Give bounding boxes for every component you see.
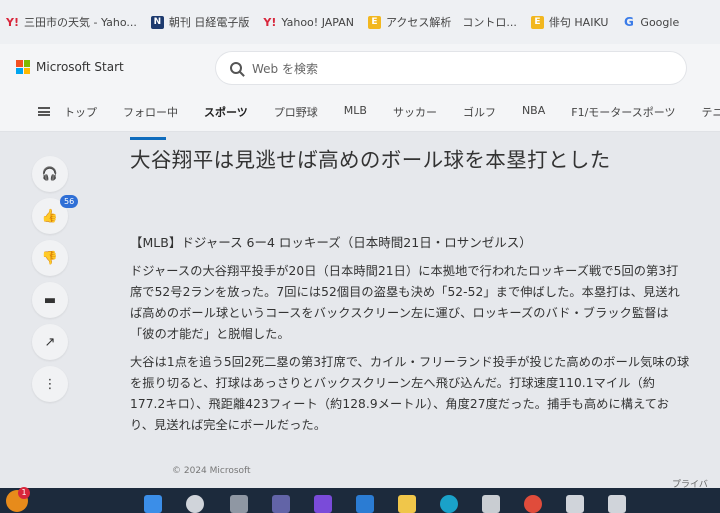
bookmark-weather[interactable]: Y! 三田市の天気 - Yaho... bbox=[6, 14, 137, 30]
folder-icon[interactable] bbox=[398, 495, 416, 513]
nav-item-soccer[interactable]: サッカー bbox=[393, 104, 437, 120]
e-icon: E bbox=[530, 15, 544, 29]
site-header: Microsoft Start Web を検索 bbox=[0, 44, 720, 92]
copyright: © 2024 Microsoft bbox=[172, 466, 251, 476]
nav-item-golf[interactable]: ゴルフ bbox=[463, 104, 496, 120]
article-subhead: 【MLB】ドジャース 6ー4 ロッキーズ（日本時間21日・ロサンゼルス） bbox=[130, 235, 532, 250]
category-nav: トップ フォロー中 スポーツ プロ野球 MLB サッカー ゴルフ NBA F1/… bbox=[0, 92, 720, 132]
yahoo-icon: Y! bbox=[263, 15, 277, 29]
thumbs-down-icon: 👎 bbox=[41, 250, 59, 266]
article-title: 大谷翔平は見逃せば高めのボール球を本塁打とした bbox=[130, 148, 611, 172]
bookmark-nikkei[interactable]: N 朝刊 日経電子版 bbox=[150, 14, 250, 30]
google-icon: G bbox=[623, 15, 634, 29]
bookmarks-bar: Y! 三田市の天気 - Yaho... N 朝刊 日経電子版 Y! Yahoo!… bbox=[0, 0, 720, 44]
active-tab-indicator bbox=[130, 137, 166, 140]
more-vertical-icon: ⋮ bbox=[43, 376, 57, 392]
article-action-rail: 🎧 👍 56 👎 ▬ ↗ ⋮ bbox=[30, 150, 79, 410]
bookmark-label: Google bbox=[640, 15, 680, 29]
nav-item-top[interactable]: トップ bbox=[64, 104, 97, 120]
more-button[interactable]: ⋮ bbox=[32, 366, 68, 402]
store-icon[interactable] bbox=[356, 495, 374, 513]
bookmark-label: アクセス解析 コントロ... bbox=[385, 16, 517, 29]
task-view-icon[interactable] bbox=[230, 495, 248, 513]
yahoo-icon: Y! bbox=[6, 15, 19, 29]
bookmark-label: 朝刊 日経電子版 bbox=[168, 16, 250, 29]
listen-button[interactable]: 🎧 bbox=[32, 156, 68, 192]
search-icon[interactable] bbox=[186, 495, 204, 513]
article-paragraph: ドジャースの大谷翔平投手が20日（日本時間21日）に本拠地で行われたロッキーズ戦… bbox=[130, 264, 680, 341]
search-placeholder: Web を検索 bbox=[252, 61, 318, 76]
start-icon[interactable] bbox=[144, 495, 162, 513]
share-icon: ↗ bbox=[44, 334, 56, 350]
search-icon bbox=[230, 62, 242, 74]
nav-item-sports[interactable]: スポーツ bbox=[204, 104, 248, 120]
nav-item-f1[interactable]: F1/モータースポーツ bbox=[571, 104, 675, 120]
edge-icon[interactable] bbox=[440, 495, 458, 513]
nav-item-mlb[interactable]: MLB bbox=[344, 104, 367, 120]
menu-icon[interactable] bbox=[38, 107, 50, 116]
bookmark-access[interactable]: E アクセス解析 コントロ... bbox=[367, 14, 517, 30]
brand-name: Microsoft Start bbox=[36, 60, 124, 74]
brand[interactable]: Microsoft Start bbox=[16, 60, 124, 74]
nav-item-tennis[interactable]: テニス bbox=[702, 104, 720, 120]
bookmark-label: 三田市の天気 - Yaho... bbox=[24, 16, 137, 29]
app-icon[interactable] bbox=[608, 495, 626, 513]
share-button[interactable]: ↗ bbox=[32, 324, 68, 360]
headphones-icon: 🎧 bbox=[41, 166, 59, 182]
app-icon[interactable] bbox=[482, 495, 500, 513]
copilot-icon[interactable] bbox=[314, 495, 332, 513]
bookmark-label: Yahoo! JAPAN bbox=[281, 15, 354, 29]
teams-icon[interactable] bbox=[272, 495, 290, 513]
search-input[interactable]: Web を検索 bbox=[216, 52, 686, 84]
notification-badge: 1 bbox=[18, 487, 30, 499]
article-header: 大谷翔平は見逃せば高めのボール球を本塁打とした bbox=[130, 146, 700, 175]
comment-icon: ▬ bbox=[43, 292, 57, 308]
comment-button[interactable]: ▬ bbox=[32, 282, 68, 318]
thumbs-up-icon: 👍 bbox=[41, 208, 59, 224]
bookmark-label: 俳句 HAIKU bbox=[548, 16, 609, 29]
bookmark-haiku[interactable]: E 俳句 HAIKU bbox=[530, 14, 609, 30]
bookmark-yahoo-japan[interactable]: Y! Yahoo! JAPAN bbox=[263, 16, 354, 29]
e-icon: E bbox=[367, 15, 381, 29]
dislike-button[interactable]: 👎 bbox=[32, 240, 68, 276]
bookmark-google[interactable]: G Google bbox=[622, 15, 680, 29]
nav-item-baseball[interactable]: プロ野球 bbox=[274, 104, 318, 120]
article-paragraph: 大谷は1点を追う5回2死二塁の第3打席で、カイル・フリーランド投手が投じた高めの… bbox=[130, 355, 690, 432]
nav-item-following[interactable]: フォロー中 bbox=[123, 104, 178, 120]
nikkei-icon: N bbox=[150, 15, 164, 29]
app-icon[interactable] bbox=[566, 495, 584, 513]
os-taskbar bbox=[0, 488, 720, 513]
chrome-icon[interactable] bbox=[524, 495, 542, 513]
microsoft-logo-icon bbox=[16, 60, 30, 74]
like-count-badge: 56 bbox=[60, 195, 79, 208]
nav-item-nba[interactable]: NBA bbox=[522, 104, 545, 120]
